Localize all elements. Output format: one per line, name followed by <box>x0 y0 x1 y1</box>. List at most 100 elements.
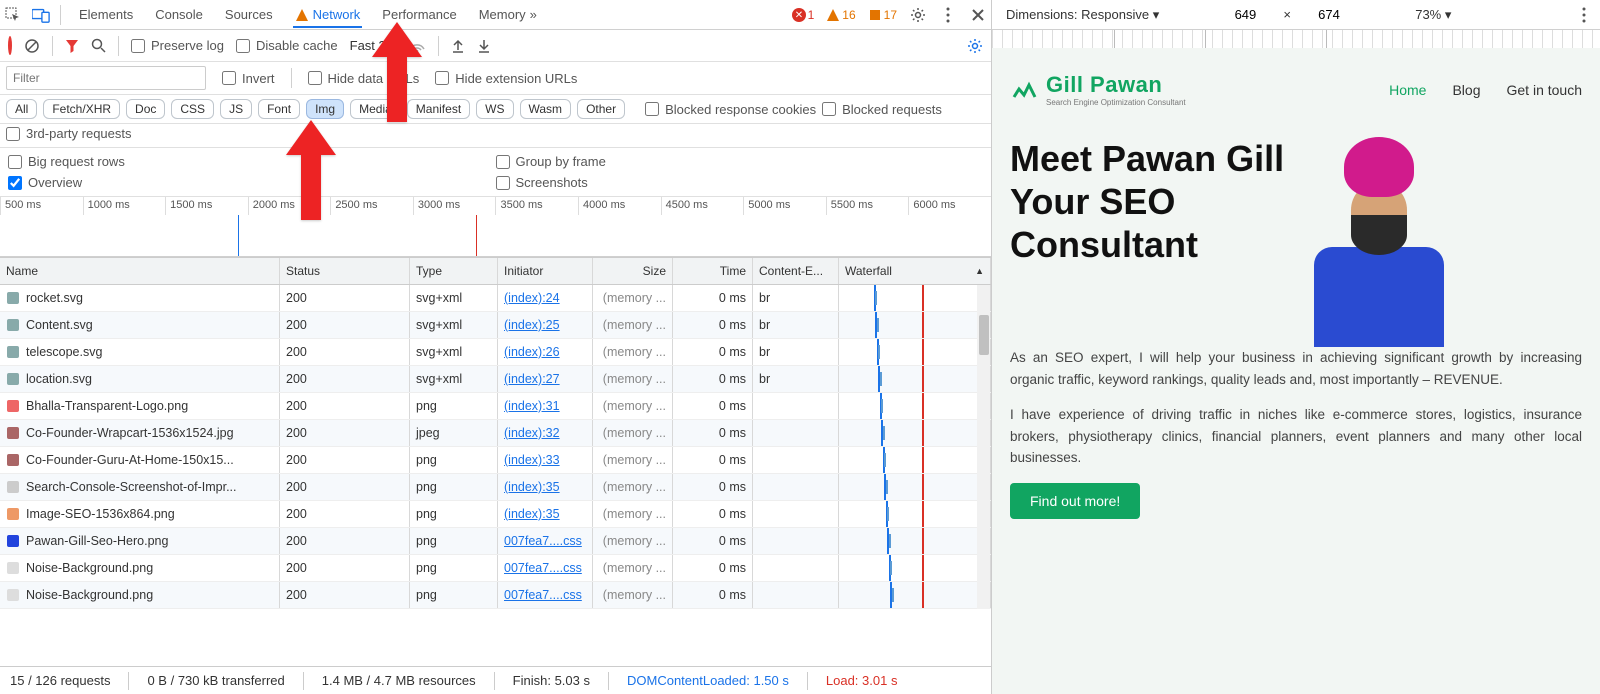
error-badge[interactable]: ✕1 <box>792 8 815 22</box>
dimensions-dropdown[interactable]: Dimensions: Responsive ▾ <box>1006 7 1159 23</box>
tabs-overflow[interactable]: » <box>528 1 539 28</box>
tab-network[interactable]: Network <box>293 1 363 28</box>
clear-button[interactable] <box>24 38 40 54</box>
column-time[interactable]: Time <box>673 258 753 284</box>
column-initiator[interactable]: Initiator <box>498 258 593 284</box>
site-logo[interactable]: Gill Pawan Search Engine Optimization Co… <box>1010 72 1186 107</box>
filter-chip-doc[interactable]: Doc <box>126 99 165 119</box>
intro-paragraph-1: As an SEO expert, I will help your busin… <box>1010 347 1582 390</box>
tab-elements[interactable]: Elements <box>77 1 135 28</box>
annotation-arrow-network <box>372 22 422 117</box>
initiator-link[interactable]: (index):33 <box>504 453 560 467</box>
upload-har-icon[interactable] <box>451 38 465 54</box>
status-dom: DOMContentLoaded: 1.50 s <box>627 673 789 688</box>
record-button[interactable] <box>8 38 12 53</box>
initiator-link[interactable]: 007fea7....css <box>504 588 582 602</box>
table-row[interactable]: location.svg200svg+xml(index):27(memory … <box>0 366 991 393</box>
filter-funnel-icon[interactable] <box>65 39 79 53</box>
column-type[interactable]: Type <box>410 258 498 284</box>
table-row[interactable]: Noise-Background.png200png007fea7....css… <box>0 555 991 582</box>
width-input[interactable] <box>1221 7 1269 22</box>
preserve-log-checkbox[interactable]: Preserve log <box>131 38 224 53</box>
table-row[interactable]: Content.svg200svg+xml(index):25(memory .… <box>0 312 991 339</box>
blocked-cookies-checkbox[interactable]: Blocked response cookies <box>645 102 816 117</box>
search-icon[interactable] <box>91 38 106 53</box>
preview-kebab-icon[interactable] <box>1582 7 1586 23</box>
cta-button[interactable]: Find out more! <box>1010 483 1140 519</box>
table-row[interactable]: Image-SEO-1536x864.png200png(index):35(m… <box>0 501 991 528</box>
table-row[interactable]: Bhalla-Transparent-Logo.png200png(index)… <box>0 393 991 420</box>
download-har-icon[interactable] <box>477 38 491 54</box>
column-status[interactable]: Status <box>280 258 410 284</box>
initiator-link[interactable]: (index):26 <box>504 345 560 359</box>
zoom-dropdown[interactable]: 73% ▾ <box>1415 7 1451 23</box>
initiator-link[interactable]: (index):25 <box>504 318 560 332</box>
nav-home[interactable]: Home <box>1389 82 1426 98</box>
third-party-checkbox[interactable]: 3rd-party requests <box>6 126 132 141</box>
filter-chip-css[interactable]: CSS <box>171 99 214 119</box>
network-settings-gear-icon[interactable] <box>967 38 983 54</box>
status-load: Load: 3.01 s <box>826 673 898 688</box>
group-by-frame-checkbox[interactable]: Group by frame <box>496 154 984 169</box>
blocked-requests-checkbox[interactable]: Blocked requests <box>822 102 942 117</box>
filter-chip-img[interactable]: Img <box>306 99 344 119</box>
initiator-link[interactable]: (index):31 <box>504 399 560 413</box>
tab-console[interactable]: Console <box>153 1 205 28</box>
initiator-link[interactable]: (index):32 <box>504 426 560 440</box>
status-resources: 1.4 MB / 4.7 MB resources <box>322 673 476 688</box>
initiator-link[interactable]: (index):27 <box>504 372 560 386</box>
table-row[interactable]: Co-Founder-Wrapcart-1536x1524.jpg200jpeg… <box>0 420 991 447</box>
file-icon <box>6 399 20 413</box>
table-row[interactable]: Co-Founder-Guru-At-Home-150x15...200png(… <box>0 447 991 474</box>
filter-chip-ws[interactable]: WS <box>476 99 513 119</box>
table-row[interactable]: Noise-Background.png200png007fea7....css… <box>0 582 991 609</box>
filter-chip-other[interactable]: Other <box>577 99 625 119</box>
hero-heading: Meet Pawan Gill Your SEO Consultant <box>1010 137 1284 267</box>
tab-sources[interactable]: Sources <box>223 1 275 28</box>
initiator-link[interactable]: 007fea7....css <box>504 534 582 548</box>
status-requests: 15 / 126 requests <box>10 673 110 688</box>
height-input[interactable] <box>1305 7 1353 22</box>
issues-badge[interactable]: 17 <box>868 8 897 22</box>
filter-chip-fetchxhr[interactable]: Fetch/XHR <box>43 99 120 119</box>
column-contente[interactable]: Content-E... <box>753 258 839 284</box>
table-row[interactable]: Pawan-Gill-Seo-Hero.png200png007fea7....… <box>0 528 991 555</box>
device-toggle-icon[interactable] <box>32 6 50 24</box>
tab-memory[interactable]: Memory <box>477 1 528 28</box>
screenshots-checkbox[interactable]: Screenshots <box>496 175 984 190</box>
kebab-menu-icon[interactable] <box>939 6 957 24</box>
file-icon <box>6 291 20 305</box>
column-name[interactable]: Name <box>0 258 280 284</box>
initiator-link[interactable]: (index):35 <box>504 507 560 521</box>
settings-gear-icon[interactable] <box>909 6 927 24</box>
column-size[interactable]: Size <box>593 258 673 284</box>
table-row[interactable]: rocket.svg200svg+xml(index):24(memory ..… <box>0 285 991 312</box>
invert-checkbox[interactable]: Invert <box>222 71 275 86</box>
big-request-rows-checkbox[interactable]: Big request rows <box>8 154 496 169</box>
nav-contact[interactable]: Get in touch <box>1507 82 1583 98</box>
filter-chip-all[interactable]: All <box>6 99 37 119</box>
close-icon[interactable] <box>969 6 987 24</box>
nav-blog[interactable]: Blog <box>1452 82 1480 98</box>
warning-badge[interactable]: 16 <box>826 8 855 22</box>
overview-checkbox[interactable]: Overview <box>8 175 496 190</box>
filter-chip-js[interactable]: JS <box>220 99 252 119</box>
status-finish: Finish: 5.03 s <box>513 673 590 688</box>
disable-cache-checkbox[interactable]: Disable cache <box>236 38 338 53</box>
filter-chip-font[interactable]: Font <box>258 99 300 119</box>
svg-text:✕: ✕ <box>794 10 802 21</box>
hide-extension-urls-checkbox[interactable]: Hide extension URLs <box>435 71 577 86</box>
file-icon <box>6 480 20 494</box>
initiator-link[interactable]: (index):35 <box>504 480 560 494</box>
table-row[interactable]: telescope.svg200svg+xml(index):26(memory… <box>0 339 991 366</box>
overview-timeline[interactable]: 500 ms1000 ms1500 ms2000 ms2500 ms3000 m… <box>0 197 991 257</box>
inspect-icon[interactable] <box>4 6 22 24</box>
filter-chip-wasm[interactable]: Wasm <box>520 99 572 119</box>
logo-icon <box>1010 75 1040 105</box>
initiator-link[interactable]: 007fea7....css <box>504 561 582 575</box>
table-row[interactable]: Search-Console-Screenshot-of-Impr...200p… <box>0 474 991 501</box>
initiator-link[interactable]: (index):24 <box>504 291 560 305</box>
column-waterfall[interactable]: Waterfall <box>839 258 991 284</box>
filter-input[interactable] <box>6 66 206 90</box>
file-icon <box>6 453 20 467</box>
